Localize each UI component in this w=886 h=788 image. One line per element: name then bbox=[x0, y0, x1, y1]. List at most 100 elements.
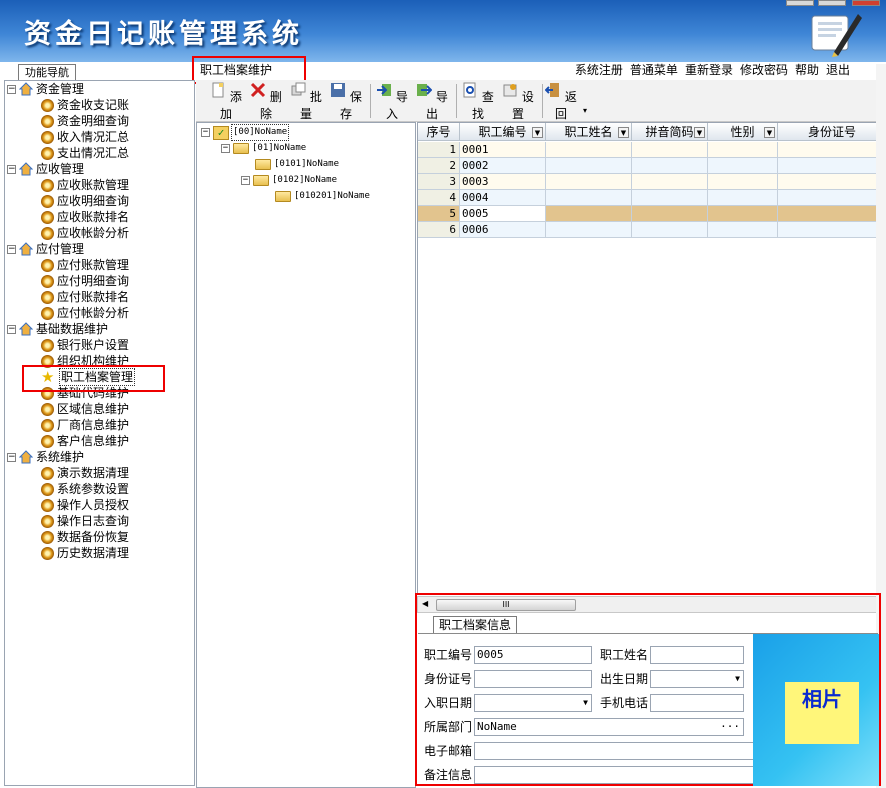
collapse-icon[interactable]: − bbox=[241, 176, 250, 185]
close-button[interactable] bbox=[852, 0, 880, 6]
table-cell[interactable] bbox=[778, 174, 885, 190]
email-field[interactable] bbox=[474, 742, 756, 760]
table-cell[interactable]: 0006 bbox=[460, 222, 546, 238]
nav-item[interactable]: 应付明细查询 bbox=[41, 273, 129, 289]
menu-help[interactable]: 帮助 bbox=[795, 62, 819, 78]
menu-relogin[interactable]: 重新登录 bbox=[685, 62, 733, 78]
menu-change-password[interactable]: 修改密码 bbox=[740, 62, 788, 78]
table-cell[interactable]: 1 bbox=[418, 142, 460, 158]
table-cell[interactable]: 4 bbox=[418, 190, 460, 206]
nav-item[interactable]: 资金收支记账 bbox=[41, 97, 129, 113]
org-node-0102[interactable]: − [0102]NoName bbox=[241, 173, 337, 188]
table-cell[interactable] bbox=[778, 142, 885, 158]
nav-item[interactable]: 操作人员授权 bbox=[41, 497, 129, 513]
export-button[interactable]: 导出 bbox=[412, 82, 452, 122]
import-button[interactable]: 导入 bbox=[372, 82, 412, 122]
table-row[interactable]: 6 0006 bbox=[418, 222, 885, 238]
collapse-icon[interactable]: − bbox=[7, 84, 16, 94]
nav-item[interactable]: 区域信息维护 bbox=[41, 401, 129, 417]
find-button[interactable]: 查找 bbox=[458, 82, 498, 122]
nav-item[interactable]: 资金明细查询 bbox=[41, 113, 129, 129]
save-button[interactable]: 保存 bbox=[326, 82, 366, 122]
tab-function-nav[interactable]: 功能导航 bbox=[18, 64, 76, 80]
nav-group-1[interactable]: − 应收管理 bbox=[7, 161, 84, 177]
table-cell[interactable] bbox=[546, 174, 632, 190]
table-cell[interactable] bbox=[632, 190, 708, 206]
birth-date-picker[interactable] bbox=[650, 670, 744, 688]
phone-field[interactable] bbox=[650, 694, 744, 712]
table-cell[interactable] bbox=[632, 174, 708, 190]
dropdown-icon[interactable]: ▼ bbox=[618, 127, 629, 138]
table-cell[interactable] bbox=[546, 142, 632, 158]
toolbar-overflow-icon[interactable]: ▾ bbox=[583, 106, 587, 115]
table-cell[interactable]: 5 bbox=[418, 206, 460, 222]
col-header-seq[interactable]: 序号 bbox=[418, 123, 460, 141]
org-node-0101[interactable]: [0101]NoName bbox=[255, 157, 339, 172]
org-node-00[interactable]: − ✓ [00]NoName bbox=[201, 124, 290, 141]
col-header-gender[interactable]: 性别 ▼ bbox=[708, 123, 778, 141]
table-row[interactable]: 1 0001 bbox=[418, 142, 885, 158]
col-header-emp-no[interactable]: 职工编号 ▼ bbox=[460, 123, 546, 141]
table-cell[interactable] bbox=[708, 206, 778, 222]
org-node-010201[interactable]: [010201]NoName bbox=[275, 189, 370, 204]
table-cell[interactable] bbox=[632, 222, 708, 238]
dropdown-icon[interactable]: ▼ bbox=[764, 127, 775, 138]
nav-item[interactable]: 银行账户设置 bbox=[41, 337, 129, 353]
back-button[interactable]: 返回 bbox=[541, 82, 581, 122]
table-cell[interactable]: 0002 bbox=[460, 158, 546, 174]
table-cell[interactable] bbox=[708, 222, 778, 238]
table-row[interactable]: 2 0002 bbox=[418, 158, 885, 174]
photo-area[interactable]: 相片 bbox=[753, 634, 879, 786]
table-cell[interactable] bbox=[708, 158, 778, 174]
table-cell[interactable] bbox=[778, 222, 885, 238]
table-cell[interactable]: 0005 bbox=[460, 206, 546, 222]
nav-item[interactable]: 应收明细查询 bbox=[41, 193, 129, 209]
menu-exit[interactable]: 退出 bbox=[826, 62, 850, 78]
nav-item[interactable]: 应收帐龄分析 bbox=[41, 225, 129, 241]
emp-no-field[interactable]: 0005 bbox=[474, 646, 592, 664]
nav-group-4[interactable]: − 系统维护 bbox=[7, 449, 84, 465]
tab-employee-info[interactable]: 职工档案信息 bbox=[433, 616, 517, 634]
table-cell[interactable] bbox=[632, 158, 708, 174]
menu-register[interactable]: 系统注册 bbox=[575, 62, 623, 78]
nav-item[interactable]: 操作日志查询 bbox=[41, 513, 129, 529]
table-cell[interactable] bbox=[708, 190, 778, 206]
table-cell[interactable] bbox=[546, 206, 632, 222]
table-cell[interactable] bbox=[546, 222, 632, 238]
table-cell[interactable]: 0004 bbox=[460, 190, 546, 206]
collapse-icon[interactable]: − bbox=[7, 164, 16, 174]
note-field[interactable] bbox=[474, 766, 756, 784]
org-node-01[interactable]: − [01]NoName bbox=[221, 141, 306, 156]
col-header-id-no[interactable]: 身份证号 bbox=[778, 123, 885, 141]
table-cell[interactable] bbox=[708, 174, 778, 190]
nav-item[interactable]: 厂商信息维护 bbox=[41, 417, 129, 433]
emp-name-field[interactable] bbox=[650, 646, 744, 664]
id-field[interactable] bbox=[474, 670, 592, 688]
nav-group-2[interactable]: − 应付管理 bbox=[7, 241, 84, 257]
col-header-emp-name[interactable]: 职工姓名 ▼ bbox=[546, 123, 632, 141]
nav-group-3[interactable]: − 基础数据维护 bbox=[7, 321, 108, 337]
table-cell[interactable] bbox=[778, 190, 885, 206]
nav-item[interactable]: 演示数据清理 bbox=[41, 465, 129, 481]
table-cell[interactable] bbox=[708, 142, 778, 158]
add-button[interactable]: 添加 bbox=[206, 82, 246, 122]
col-header-pinyin[interactable]: 拼音简码 ▼ bbox=[632, 123, 708, 141]
table-row[interactable]: 5 0005 bbox=[418, 206, 885, 222]
table-row[interactable]: 4 0004 bbox=[418, 190, 885, 206]
nav-item[interactable]: 应付账款排名 bbox=[41, 289, 129, 305]
hire-date-picker[interactable] bbox=[474, 694, 592, 712]
dept-field[interactable]: NoName ··· bbox=[474, 718, 744, 736]
table-cell[interactable]: 0001 bbox=[460, 142, 546, 158]
nav-item[interactable]: 应收账款排名 bbox=[41, 209, 129, 225]
collapse-icon[interactable]: − bbox=[7, 324, 16, 334]
nav-item[interactable]: 应付账款管理 bbox=[41, 257, 129, 273]
nav-item[interactable]: 支出情况汇总 bbox=[41, 145, 129, 161]
table-cell[interactable]: 6 bbox=[418, 222, 460, 238]
table-cell[interactable] bbox=[778, 206, 885, 222]
dropdown-icon[interactable]: ▼ bbox=[532, 127, 543, 138]
nav-item[interactable]: 数据备份恢复 bbox=[41, 529, 129, 545]
collapse-icon[interactable]: − bbox=[7, 452, 16, 462]
nav-item[interactable]: 收入情况汇总 bbox=[41, 129, 129, 145]
table-row[interactable]: 3 0003 bbox=[418, 174, 885, 190]
collapse-icon[interactable]: − bbox=[7, 244, 16, 254]
